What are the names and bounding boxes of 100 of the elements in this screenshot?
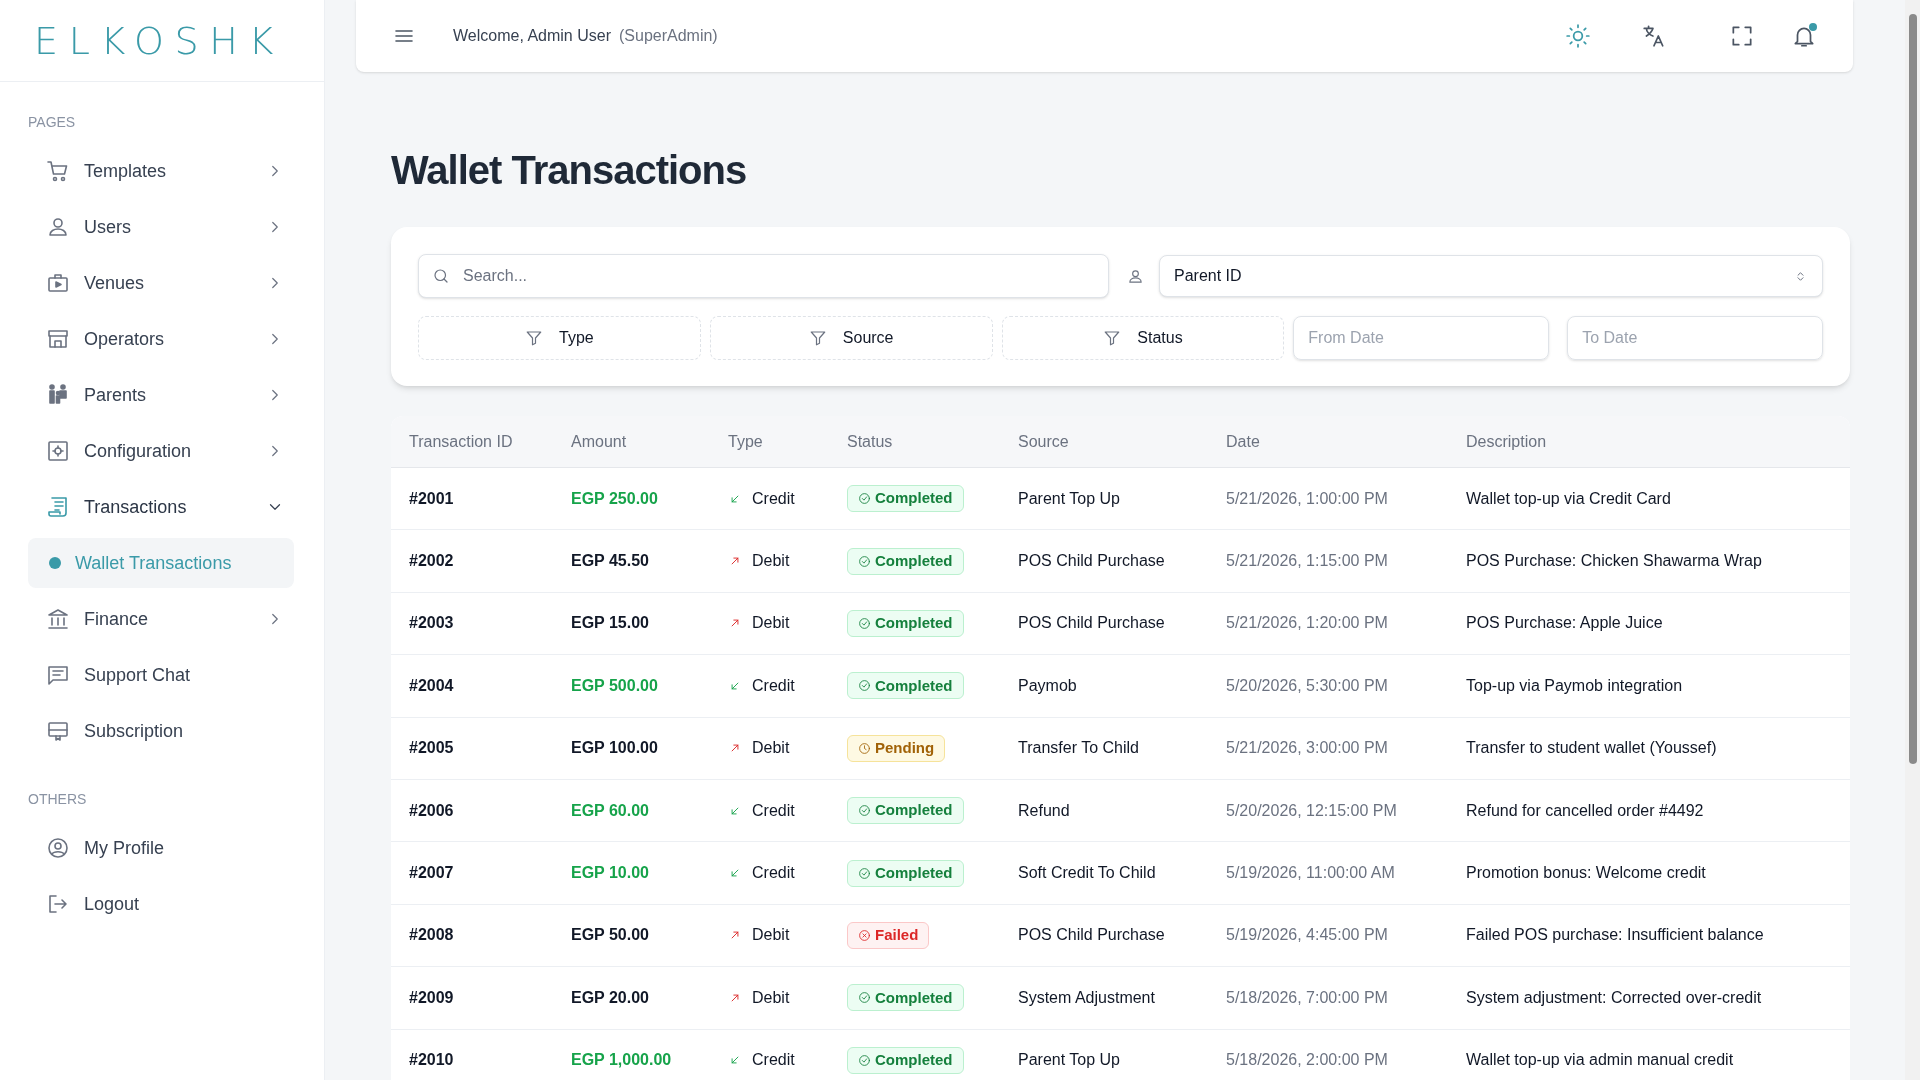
amount-cell-text: EGP 250.00: [571, 488, 659, 509]
role-label: (SuperAdmin): [619, 26, 718, 46]
status-badge: Completed: [847, 797, 964, 825]
status-badge: Completed: [847, 485, 964, 513]
search-field[interactable]: Search...: [418, 254, 1109, 298]
sidebar-item[interactable]: My Profile: [28, 820, 294, 876]
notifications-button[interactable]: [1791, 23, 1817, 49]
table-cell-text: Wallet top-up via Credit Card: [1466, 488, 1672, 509]
table-cell-text: 5/21/2026, 3:00:00 PM: [1226, 738, 1389, 759]
status-badge: Completed: [847, 859, 964, 887]
type-label: Debit: [752, 925, 790, 946]
fullscreen-button[interactable]: [1729, 23, 1755, 49]
table-cell-text: Failed POS purchase: Insufficient balance: [1466, 925, 1765, 946]
filter-button[interactable]: Type: [418, 316, 701, 360]
table-cell-text: #2004: [409, 675, 455, 696]
column-header: Transaction ID: [409, 431, 514, 452]
status-badge: Completed: [847, 672, 964, 700]
amount-cell-text: EGP 20.00: [571, 987, 650, 1008]
filter-icon: [525, 329, 544, 347]
section-heading: PAGES: [28, 113, 77, 132]
table-cell-text: Top-up via Paymob integration: [1466, 675, 1684, 696]
table-cell-text: #2006: [409, 800, 455, 821]
table-cell-text: Promotion bonus: Welcome credit: [1466, 863, 1707, 884]
amount-cell-text: EGP 500.00: [571, 675, 659, 696]
status-badge: Pending: [847, 734, 946, 762]
sidebar-item[interactable]: Users: [28, 199, 294, 255]
sidebar-item[interactable]: Operators: [28, 311, 294, 367]
table-cell-text: #2002: [409, 551, 455, 572]
table-cell-text: Refund: [1018, 800, 1071, 821]
status-badge: Completed: [847, 547, 964, 575]
table-cell-text: Refund for cancelled order #4492: [1466, 800, 1705, 821]
logout-icon: [46, 892, 70, 916]
column-header: Description: [1466, 431, 1548, 452]
parent-id-select[interactable]: Parent ID: [1159, 255, 1823, 297]
column-header: Source: [1018, 431, 1070, 452]
sidebar-item[interactable]: Transactions: [28, 479, 294, 535]
table-cell-text: 5/20/2026, 12:15:00 PM: [1226, 800, 1398, 821]
column-header: Amount: [571, 431, 628, 452]
sidebar-item[interactable]: Logout: [28, 876, 294, 932]
type-label: Credit: [752, 1050, 795, 1071]
table-cell-text: 5/18/2026, 2:00:00 PM: [1226, 1050, 1389, 1071]
filter-button[interactable]: Status: [1001, 316, 1285, 360]
sidebar-item[interactable]: Venues: [28, 255, 294, 311]
section-heading: OTHERS: [28, 790, 88, 809]
card-icon: [46, 719, 70, 743]
table-cell-text: POS Purchase: Chicken Shawarma Wrap: [1466, 551, 1763, 572]
table-cell-text: 5/21/2026, 1:15:00 PM: [1226, 551, 1389, 572]
table-cell-text: 5/19/2026, 4:45:00 PM: [1226, 925, 1389, 946]
type-label: Debit: [752, 987, 790, 1008]
date-field[interactable]: To Date: [1567, 316, 1823, 360]
table-cell-text: Transfer To Child: [1018, 738, 1140, 759]
amount-cell-text: EGP 10.00: [571, 863, 650, 884]
logo: ELKOSHK: [34, 21, 285, 60]
table-cell-text: #2008: [409, 925, 455, 946]
amount-cell-text: EGP 100.00: [571, 738, 659, 759]
status-badge: Completed: [847, 609, 964, 637]
amount-cell-text: EGP 50.00: [571, 925, 650, 946]
receipt-icon: [46, 495, 70, 519]
briefcase-play-icon: [46, 271, 70, 295]
table-cell-text: #2001: [409, 488, 455, 509]
family-icon: [46, 383, 70, 407]
table-cell-text: #2007: [409, 863, 455, 884]
table-cell-text: 5/20/2026, 5:30:00 PM: [1226, 675, 1389, 696]
profile-icon: [46, 836, 70, 860]
type-label: Debit: [752, 551, 790, 572]
bank-icon: [46, 607, 70, 631]
theme-toggle-button[interactable]: [1565, 23, 1591, 49]
sidebar-item[interactable]: Finance: [28, 591, 294, 647]
type-label: Debit: [752, 613, 790, 634]
table-cell-text: POS Child Purchase: [1018, 925, 1166, 946]
table-cell-text: POS Child Purchase: [1018, 551, 1166, 572]
sidebar-item[interactable]: Configuration: [28, 423, 294, 479]
chat-icon: [46, 663, 70, 687]
status-badge: Completed: [847, 1046, 964, 1074]
filter-button[interactable]: Source: [709, 316, 993, 360]
table-cell-text: #2003: [409, 613, 455, 634]
cart-icon: [46, 159, 70, 183]
table-cell-text: Wallet top-up via admin manual credit: [1466, 1050, 1735, 1071]
table-cell-text: 5/21/2026, 1:00:00 PM: [1226, 488, 1389, 509]
amount-cell-text: EGP 1,000.00: [571, 1050, 673, 1071]
table-cell-text: Parent Top Up: [1018, 488, 1121, 509]
sidebar-item[interactable]: Subscription: [28, 703, 294, 759]
table-cell-text: #2010: [409, 1050, 455, 1071]
date-field[interactable]: From Date: [1293, 316, 1550, 360]
table-cell-text: System adjustment: Corrected over-credit: [1466, 987, 1763, 1008]
column-header: Status: [847, 431, 894, 452]
settings-icon: [46, 439, 70, 463]
type-label: Debit: [752, 738, 790, 759]
column-header: Type: [728, 431, 764, 452]
sidebar-item[interactable]: Support Chat: [28, 647, 294, 703]
status-badge: Completed: [847, 984, 964, 1012]
type-label: Credit: [752, 675, 795, 696]
table-cell-text: Parent Top Up: [1018, 1050, 1121, 1071]
storefront-icon: [46, 327, 70, 351]
filter-icon: [808, 329, 827, 347]
type-label: Credit: [752, 800, 795, 821]
scrollbar[interactable]: [1905, 0, 1920, 1080]
table-cell-text: #2009: [409, 987, 455, 1008]
sidebar-item[interactable]: Templates: [28, 143, 294, 199]
sidebar-item[interactable]: Parents: [28, 367, 294, 423]
